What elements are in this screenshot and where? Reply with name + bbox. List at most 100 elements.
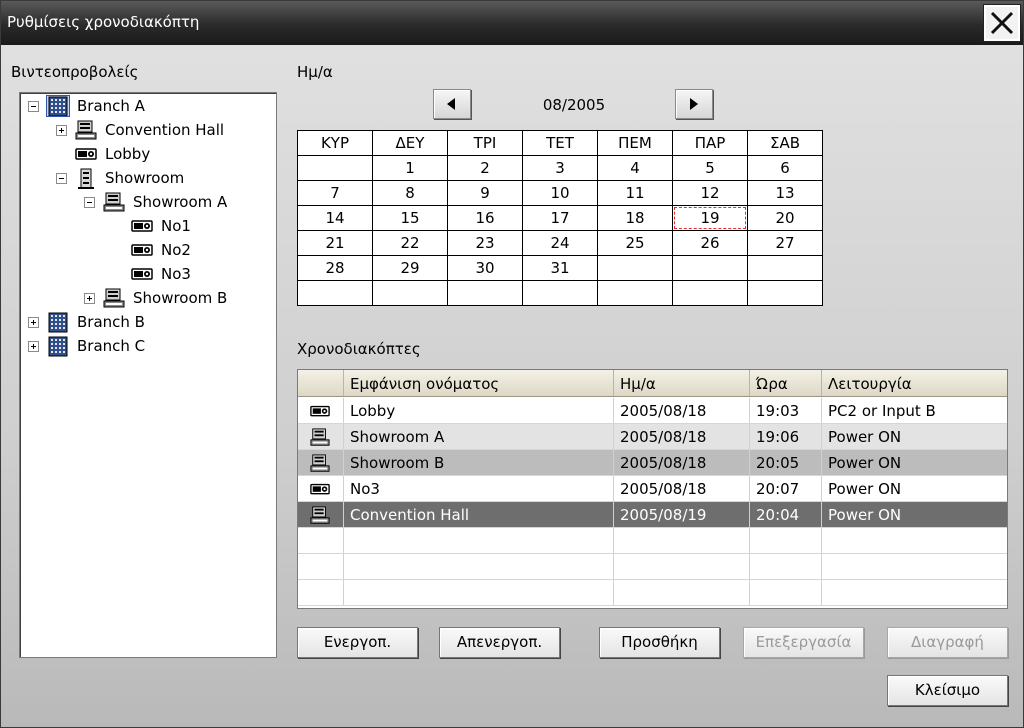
cell-date bbox=[614, 554, 750, 579]
expand-plus-icon[interactable] bbox=[28, 316, 39, 328]
cell-name bbox=[344, 580, 614, 605]
tree-node-label: Showroom A bbox=[133, 193, 228, 211]
collapse-minus-icon[interactable] bbox=[84, 196, 95, 208]
projector-tree[interactable]: Branch A Convention Hall Lobby Showroom Show… bbox=[19, 92, 277, 658]
tree-node[interactable]: No3 bbox=[112, 263, 193, 285]
cell-icon bbox=[298, 450, 344, 475]
calendar-day[interactable]: 3 bbox=[522, 155, 598, 181]
prev-month-button[interactable] bbox=[433, 89, 471, 119]
expand-plus-icon[interactable] bbox=[28, 340, 39, 352]
add-button[interactable]: Προσθήκη bbox=[599, 627, 720, 658]
calendar-empty-cell bbox=[597, 255, 673, 281]
weekday-header: ΤΕΤ bbox=[522, 130, 598, 156]
tree-node[interactable]: Branch B bbox=[28, 311, 147, 333]
close-button[interactable]: Κλείσιμο bbox=[887, 675, 1008, 706]
tree-node[interactable]: Showroom bbox=[56, 167, 186, 189]
calendar-day[interactable]: 15 bbox=[372, 205, 448, 231]
disable-button[interactable]: Απενεργοπ. bbox=[439, 627, 560, 658]
calendar-day[interactable]: 26 bbox=[672, 230, 748, 256]
calendar-day[interactable]: 29 bbox=[372, 255, 448, 281]
weekday-header: ΣΑΒ bbox=[747, 130, 823, 156]
cell-name: No3 bbox=[344, 476, 614, 501]
calendar-day[interactable]: 9 bbox=[447, 180, 523, 206]
calendar-day[interactable]: 20 bbox=[747, 205, 823, 231]
calendar-day[interactable]: 14 bbox=[297, 205, 373, 231]
cell-function: Power ON bbox=[828, 480, 902, 498]
timer-settings-dialog: Ρυθμίσεις χρονοδιακόπτη Βιντεοπροβολείς … bbox=[0, 0, 1024, 728]
timer-row-empty bbox=[298, 528, 1007, 554]
delete-button[interactable]: Διαγραφή bbox=[887, 627, 1008, 658]
calendar-day[interactable]: 25 bbox=[597, 230, 673, 256]
timer-row-empty bbox=[298, 554, 1007, 580]
calendar-day[interactable]: 1 bbox=[372, 155, 448, 181]
calendar-day[interactable]: 7 bbox=[297, 180, 373, 206]
weekday-header: ΚΥΡ bbox=[297, 130, 373, 156]
calendar-empty-cell bbox=[297, 280, 373, 306]
timer-row[interactable]: Convention Hall 2005/08/19 20:04 Power ON bbox=[298, 502, 1007, 528]
calendar-day[interactable]: 22 bbox=[372, 230, 448, 256]
cell-function bbox=[822, 528, 1007, 553]
timer-row[interactable]: Lobby 2005/08/18 19:03 PC2 or Input B bbox=[298, 398, 1007, 424]
expand-plus-icon[interactable] bbox=[84, 292, 95, 304]
tree-node[interactable]: Showroom A bbox=[84, 191, 229, 213]
cell-icon bbox=[298, 424, 344, 449]
triangle-right-icon bbox=[690, 98, 698, 110]
cell-time: 19:03 bbox=[750, 398, 822, 423]
calendar-day[interactable]: 6 bbox=[747, 155, 823, 181]
header-name[interactable]: Εμφάνιση ονόματος bbox=[344, 370, 614, 396]
calendar-day[interactable]: 21 bbox=[297, 230, 373, 256]
calendar-day[interactable]: 8 bbox=[372, 180, 448, 206]
cell-name: Lobby bbox=[344, 398, 614, 423]
cell-icon bbox=[298, 502, 344, 527]
calendar-day[interactable]: 10 bbox=[522, 180, 598, 206]
tree-node-label: Convention Hall bbox=[105, 121, 225, 139]
calendar-day[interactable]: 27 bbox=[747, 230, 823, 256]
edit-button[interactable]: Επεξεργασία bbox=[743, 627, 864, 658]
calendar-day[interactable]: 30 bbox=[447, 255, 523, 281]
calendar-day[interactable]: 11 bbox=[597, 180, 673, 206]
calendar-day[interactable]: 17 bbox=[522, 205, 598, 231]
close-window-button[interactable] bbox=[983, 4, 1021, 42]
calendar-day[interactable]: 16 bbox=[447, 205, 523, 231]
collapse-minus-icon[interactable] bbox=[28, 100, 39, 112]
expand-plus-icon[interactable] bbox=[56, 124, 67, 136]
calendar-day[interactable]: 31 bbox=[522, 255, 598, 281]
header-function[interactable]: Λειτουργία bbox=[822, 370, 1007, 396]
collapse-minus-icon[interactable] bbox=[56, 172, 67, 184]
header-icon-column bbox=[298, 370, 344, 396]
cell-function: PC2 or Input B bbox=[828, 402, 936, 420]
calendar-day[interactable]: 23 bbox=[447, 230, 523, 256]
header-date[interactable]: Ημ/α bbox=[614, 370, 750, 396]
tree-node[interactable]: Convention Hall bbox=[56, 119, 226, 141]
next-month-button[interactable] bbox=[675, 89, 713, 119]
timer-row[interactable]: Showroom B 2005/08/18 20:05 Power ON bbox=[298, 450, 1007, 476]
calendar-day[interactable]: 5 bbox=[672, 155, 748, 181]
calendar-day[interactable]: 2 bbox=[447, 155, 523, 181]
timer-row[interactable]: Showroom A 2005/08/18 19:06 Power ON bbox=[298, 424, 1007, 450]
calendar-day[interactable]: 19 bbox=[672, 205, 748, 231]
tree-node[interactable]: No2 bbox=[112, 239, 193, 261]
calendar-day[interactable]: 13 bbox=[747, 180, 823, 206]
calendar-day[interactable]: 24 bbox=[522, 230, 598, 256]
tree-node[interactable]: Branch A bbox=[28, 95, 147, 117]
tree-node-label: No3 bbox=[161, 265, 191, 283]
cell-icon bbox=[298, 476, 344, 501]
tree-node[interactable]: No1 bbox=[112, 215, 193, 237]
building-icon bbox=[47, 336, 69, 357]
calendar-day[interactable]: 4 bbox=[597, 155, 673, 181]
header-time[interactable]: Ώρα bbox=[750, 370, 822, 396]
cell-icon bbox=[298, 580, 344, 605]
tree-node[interactable]: Branch C bbox=[28, 335, 147, 357]
weekday-header: ΠΕΜ bbox=[597, 130, 673, 156]
close-icon bbox=[990, 11, 1014, 35]
cell-function bbox=[822, 580, 1007, 605]
timer-row[interactable]: No3 2005/08/18 20:07 Power ON bbox=[298, 476, 1007, 502]
timer-row-empty bbox=[298, 580, 1007, 606]
calendar-day[interactable]: 18 bbox=[597, 205, 673, 231]
enable-button[interactable]: Ενεργοπ. bbox=[297, 627, 418, 658]
tree-node[interactable]: Lobby bbox=[56, 143, 152, 165]
calendar-day[interactable]: 12 bbox=[672, 180, 748, 206]
calendar-grid: ΚΥΡ ΔΕΥ ΤΡΙ ΤΕΤ ΠΕΜ ΠΑΡ ΣΑΒ 1 2 3 4 5 6 7 8 9 10 11 12 13 1… bbox=[297, 130, 823, 306]
tree-node[interactable]: Showroom B bbox=[84, 287, 229, 309]
calendar-day[interactable]: 28 bbox=[297, 255, 373, 281]
